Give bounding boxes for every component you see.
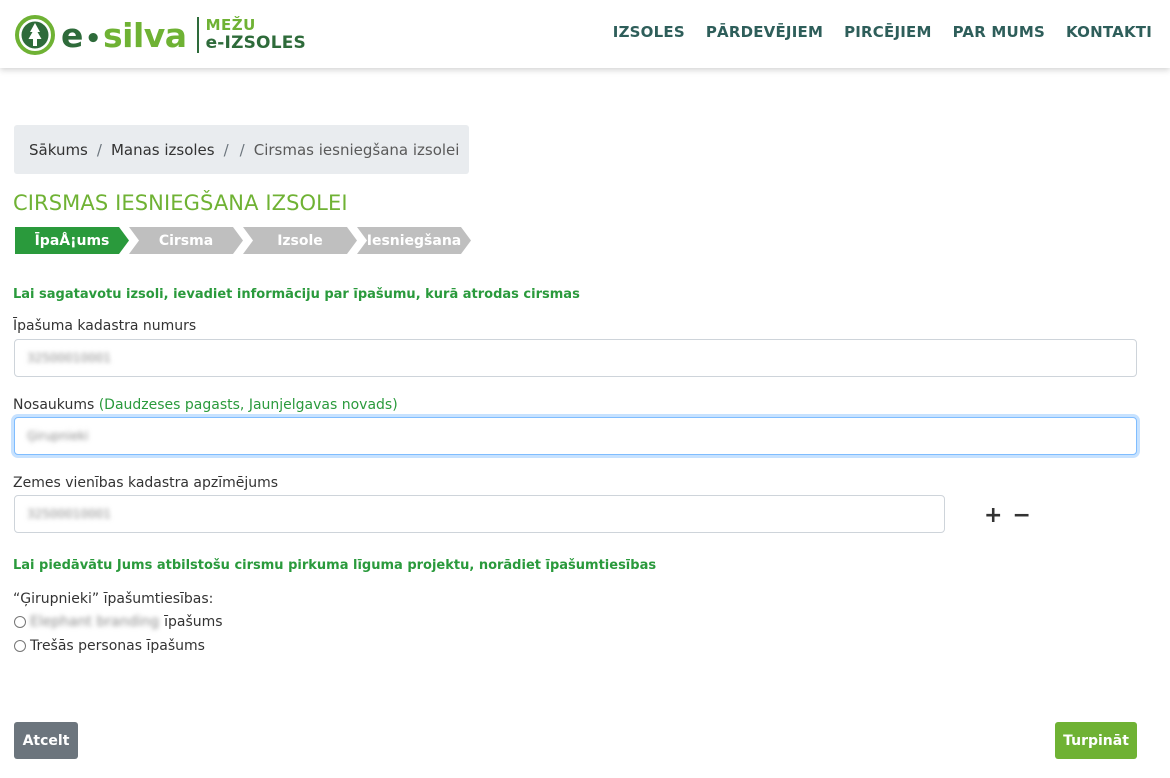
radio-own[interactable] xyxy=(14,616,26,628)
property-name-input[interactable]: Ģirupnieki xyxy=(14,417,1137,455)
property-name-value: Ģirupnieki xyxy=(27,429,89,443)
site-header: e•silva MEŽU e-IZSOLES IZSOLES PĀRDEVĒJI… xyxy=(0,0,1170,68)
ownership-note: Lai piedāvātu Jums atbilstošu cirsmu pir… xyxy=(13,558,657,573)
logo-subtitle-line1: MEŽU xyxy=(205,16,256,34)
ownership-option-third-party-label: Trešās personas īpašums xyxy=(30,638,205,654)
step-iesniegsana[interactable]: Iesniegšana xyxy=(357,227,471,254)
page-title: CIRSMAS IESNIEGŠANA IZSOLEI xyxy=(13,191,348,215)
land-unit-cadastre-value: 32500010001 xyxy=(27,507,111,521)
ownership-option-own-label: īpašums xyxy=(164,614,223,630)
breadcrumb-separator: / xyxy=(239,140,245,159)
logo-dot: • xyxy=(84,23,102,54)
logo-divider xyxy=(196,17,199,53)
cadastre-number-value: 32500010001 xyxy=(27,351,111,365)
cadastre-label: Īpašuma kadastra numurs xyxy=(13,318,197,334)
intro-note: Lai sagatavotu izsoli, ievadiet informāc… xyxy=(13,287,580,302)
logo-e: e xyxy=(61,15,83,55)
logo-silva: silva xyxy=(103,15,187,55)
nav-izsoles[interactable]: IZSOLES xyxy=(613,23,685,41)
nav-pardevejiem[interactable]: PĀRDEVĒJIEM xyxy=(706,23,823,41)
logo-subtitle-line2: e-IZSOLES xyxy=(205,33,306,53)
ownership-option-own[interactable]: Elephant branding īpašums xyxy=(14,614,223,630)
name-label-text: Nosaukums xyxy=(13,397,95,413)
breadcrumb-separator: / xyxy=(223,140,229,159)
cadastre-number-input[interactable]: 32500010001 xyxy=(14,339,1137,377)
step-izsole[interactable]: Izsole xyxy=(243,227,357,254)
breadcrumb-home[interactable]: Sākums xyxy=(29,141,88,159)
land-unit-controls: + − xyxy=(984,503,1031,528)
step-cirsma[interactable]: Cirsma xyxy=(129,227,243,254)
nav-pircejiem[interactable]: PIRCĒJIEM xyxy=(844,23,932,41)
ownership-label: “Ģirupnieki” īpašumtiesības: xyxy=(13,591,214,607)
continue-button[interactable]: Turpināt xyxy=(1055,722,1137,759)
land-unit-cadastre-input[interactable]: 32500010001 xyxy=(14,495,945,533)
land-unit-label: Zemes vienības kadastra apzīmējums xyxy=(13,475,279,491)
logo-subtitle: MEŽU e-IZSOLES xyxy=(206,18,306,52)
name-label: Nosaukums (Daudzeses pagasts, Jaunjelgav… xyxy=(13,397,398,413)
cancel-button[interactable]: Atcelt xyxy=(14,722,78,759)
tree-logo-icon xyxy=(15,15,55,55)
wizard-steps: ĪpaÅ¡ums Cirsma Izsole Iesniegšana xyxy=(15,227,471,254)
nav-kontakti[interactable]: KONTAKTI xyxy=(1066,23,1152,41)
breadcrumb-my-auctions[interactable]: Manas izsoles xyxy=(111,141,215,159)
breadcrumb-current: Cirsmas iesniegšana izsolei xyxy=(253,140,460,159)
step-ipasums[interactable]: ĪpaÅ¡ums xyxy=(15,227,129,254)
breadcrumb: Sākums / Manas izsoles / / Cirsmas iesni… xyxy=(14,125,469,174)
radio-third-party[interactable] xyxy=(14,640,26,652)
logo-wordmark: e•silva xyxy=(61,19,187,52)
ownership-owner-name: Elephant branding xyxy=(30,614,160,630)
plus-icon[interactable]: + xyxy=(984,503,1002,528)
main-nav: IZSOLES PĀRDEVĒJIEM PIRCĒJIEM PAR MUMS K… xyxy=(613,23,1152,41)
ownership-option-third-party[interactable]: Trešās personas īpašums xyxy=(14,638,205,654)
name-label-hint: (Daudzeses pagasts, Jaunjelgavas novads) xyxy=(98,397,398,413)
minus-icon[interactable]: − xyxy=(1012,503,1030,528)
e-silva-logo[interactable]: e•silva MEŽU e-IZSOLES xyxy=(15,13,306,57)
breadcrumb-separator: / xyxy=(96,140,102,159)
nav-par-mums[interactable]: PAR MUMS xyxy=(953,23,1045,41)
